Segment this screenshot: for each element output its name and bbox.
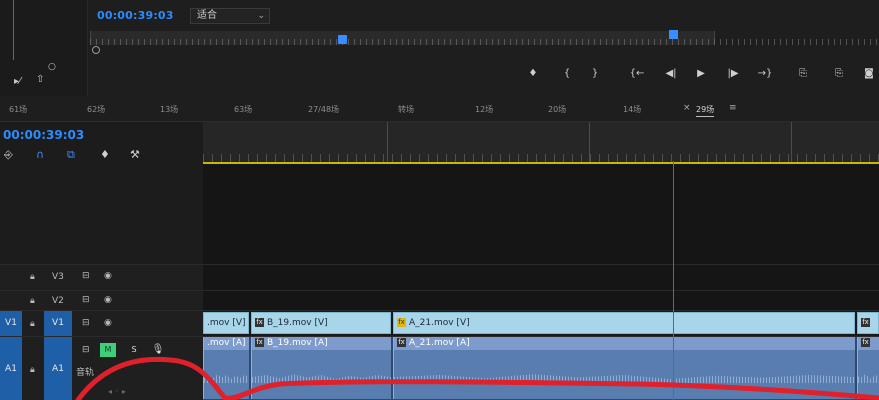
tab-sequence-active[interactable]: 29场 [696, 104, 715, 117]
chevron-down-icon: ⌄ [257, 11, 265, 21]
track-lane-v2[interactable] [203, 290, 879, 310]
lock-icon[interactable]: 🔒︎ [30, 296, 35, 306]
track-label-v1[interactable]: V1 [44, 311, 72, 337]
track-label: V2 [52, 296, 64, 306]
step-forward-button[interactable]: |▶ [725, 66, 741, 82]
add-marker-button[interactable]: ♦ [525, 66, 541, 82]
linked-selection-icon[interactable]: ⧉ [67, 148, 75, 162]
wrench-icon[interactable]: ⚒ [130, 148, 140, 161]
video-clip[interactable]: .mov [V] [203, 312, 249, 334]
export-frame-button[interactable]: ◙ [861, 66, 877, 82]
ruler-ticks [203, 154, 879, 162]
close-tab-icon[interactable]: × [683, 103, 691, 113]
fx-badge-icon: fx [255, 318, 264, 327]
clip-label: B_19.mov [V] [267, 318, 328, 328]
fx-badge-icon: fx [861, 318, 870, 327]
export-icon[interactable]: ⇧ [36, 74, 44, 85]
tab-sequence[interactable]: 转场 [398, 104, 414, 115]
track-label: V3 [52, 272, 64, 282]
track-header-v1[interactable]: V1 🔒︎ V1 ⊟ ◉ [0, 310, 203, 337]
snap-magnet-icon[interactable]: ∩ [36, 148, 44, 161]
insert-button[interactable]: ⎘ [795, 66, 811, 82]
track-lane-v1[interactable]: .mov [V] fx B_19.mov [V] fx A_21.mov [V] f… [203, 310, 879, 336]
tab-sequence[interactable]: 13场 [160, 104, 178, 115]
source-patch-v1[interactable]: V1 [0, 311, 22, 337]
playhead-handle[interactable] [338, 35, 347, 44]
red-annotation-stroke [75, 356, 879, 400]
sync-lock-icon[interactable]: ⊟ [82, 295, 90, 305]
video-clip[interactable]: fx B_19.mov [V] [251, 312, 391, 334]
clip-label: A_21.mov [V] [409, 318, 470, 328]
tab-sequence[interactable]: 62场 [87, 104, 105, 115]
track-header-v2[interactable]: 🔒︎ V2 ⊟ ◉ [0, 290, 203, 310]
mark-in-button[interactable]: { [559, 66, 575, 82]
clip-label: .mov [V] [207, 318, 246, 328]
fit-select[interactable]: 适合 ⌄ [190, 8, 270, 24]
sequence-tabs-row: 61场 62场 13场 63场 27/48场 转场 12场 20场 14场 × … [0, 96, 879, 122]
eye-icon[interactable]: ◉ [104, 318, 112, 328]
timeline-playhead-handle[interactable] [669, 30, 678, 39]
go-to-out-button[interactable]: →} [757, 66, 773, 82]
playhead-indicator [13, 0, 14, 60]
tab-sequence[interactable]: 12场 [475, 104, 493, 115]
settings-ring-icon[interactable]: ○ [48, 62, 56, 72]
mark-out-button[interactable]: } [587, 66, 603, 82]
play-button[interactable]: ▶ [693, 66, 709, 82]
lock-icon[interactable]: 🔒︎ [30, 272, 35, 282]
fx-badge-icon: fx [397, 318, 406, 327]
tab-sequence[interactable]: 14场 [623, 104, 641, 115]
tab-sequence[interactable]: 20场 [548, 104, 566, 115]
sync-lock-icon[interactable]: ⊟ [82, 318, 90, 328]
tab-sequence[interactable]: 63场 [234, 104, 252, 115]
video-clip[interactable]: fx A_21.mov [V] [393, 312, 855, 334]
go-to-in-button[interactable]: {← [629, 66, 645, 82]
nest-icon[interactable]: ⎆ [4, 148, 13, 162]
overwrite-button[interactable]: ⎘ [831, 66, 847, 82]
drag-video-icon[interactable]: ▸⁄ [14, 76, 21, 87]
add-marker-icon[interactable]: ♦ [100, 148, 110, 161]
track-header-v3[interactable]: 🔒︎ V3 ⊟ ◉ [0, 264, 203, 290]
ruler-ticks [90, 39, 879, 45]
monitor-time-ruler[interactable] [90, 29, 879, 54]
step-back-button[interactable]: ◀| [663, 66, 679, 82]
monitor-timecode[interactable]: 00:00:39:03 [97, 9, 174, 22]
fit-select-value: 适合 [197, 10, 217, 21]
source-monitor-panel: 00:00:39:03 适合 ⌄ ▸⁄ ⇧ ○ ♦ { } {← ◀| ▶ |▶… [0, 0, 879, 96]
track-lane-v3[interactable] [203, 264, 879, 290]
timeline-ruler[interactable] [203, 122, 879, 164]
eye-icon[interactable]: ◉ [104, 271, 112, 281]
tab-sequence[interactable]: 61场 [9, 104, 27, 115]
tab-sequence[interactable]: 27/48场 [308, 104, 339, 115]
eye-icon[interactable]: ◉ [104, 295, 112, 305]
zoom-handle[interactable] [92, 46, 100, 54]
sync-lock-icon[interactable]: ⊟ [82, 271, 90, 281]
lock-icon[interactable]: 🔒︎ [30, 319, 35, 329]
timeline-timecode[interactable]: 00:00:39:03 [3, 128, 84, 142]
video-clip[interactable]: fx [857, 312, 879, 334]
tab-menu-icon[interactable]: ≡ [729, 103, 737, 113]
